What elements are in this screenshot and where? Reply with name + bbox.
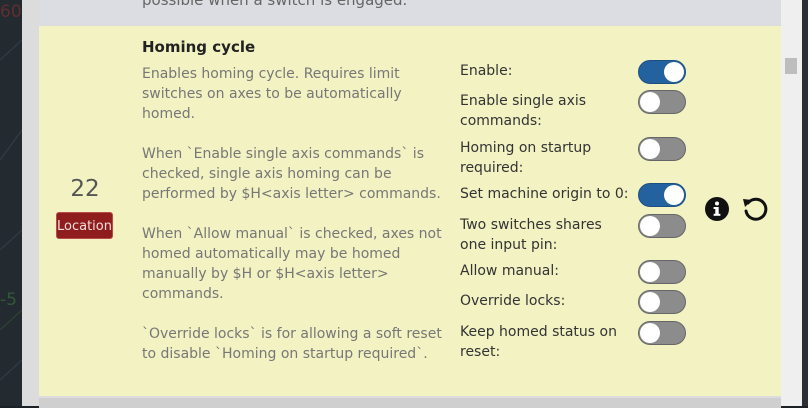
toggle-enable-single-axis[interactable] [638, 90, 686, 114]
option-label-set-machine-origin: Set machine origin to 0: [460, 186, 629, 202]
scrollbar-thumb[interactable] [785, 58, 797, 74]
info-icon[interactable] [705, 197, 729, 221]
setting-row-homing-cycle: 22 Location Homing cycle Enables homing … [39, 26, 781, 396]
previous-setting-row: possible when a switch is engaged. [39, 0, 781, 25]
description-paragraph: When `Enable single axis commands` is ch… [142, 146, 441, 202]
toggle-knob [664, 185, 684, 205]
window-edge [802, 0, 808, 406]
toggle-knob [640, 323, 660, 343]
toggle-knob [640, 262, 660, 282]
background-glyph-mid: -5 [0, 290, 17, 310]
toggle-knob [640, 216, 660, 236]
toggle-knob [664, 62, 684, 82]
toggle-knob [640, 292, 660, 312]
location-badge[interactable]: Location [56, 212, 113, 239]
toggle-homing-on-startup[interactable] [638, 137, 686, 161]
setting-description: Enables homing cycle. Requires limit swi… [142, 64, 442, 384]
option-label-enable: Enable: [460, 63, 513, 79]
undo-icon[interactable] [741, 195, 769, 223]
next-setting-row [39, 398, 781, 408]
setting-id: 22 [70, 176, 100, 202]
toggle-allow-manual[interactable] [638, 260, 686, 284]
option-label-keep-homed-status: Keep homed status on reset: [460, 324, 617, 360]
background-chart-fragment: 60 -5 [0, 0, 22, 406]
option-label-allow-manual: Allow manual: [460, 263, 559, 279]
option-label-enable-single-axis: Enable single axis commands: [460, 93, 587, 129]
toggle-keep-homed-status[interactable] [638, 321, 686, 345]
option-label-override-locks: Override locks: [460, 293, 566, 309]
toggle-knob [640, 139, 660, 159]
setting-title: Homing cycle [142, 38, 256, 56]
background-glyph-top: 60 [0, 2, 22, 22]
option-label-two-switches: Two switches shares one input pin: [460, 217, 602, 253]
toggle-override-locks[interactable] [638, 290, 686, 314]
description-paragraph: Enables homing cycle. Requires limit swi… [142, 66, 402, 122]
toggle-enable[interactable] [638, 60, 686, 84]
toggle-two-switches[interactable] [638, 214, 686, 238]
description-paragraph: When `Allow manual` is checked, axes not… [142, 226, 442, 302]
previous-setting-text: possible when a switch is engaged. [142, 0, 408, 9]
toggle-set-machine-origin[interactable] [638, 183, 686, 207]
description-paragraph: `Override locks` is for allowing a soft … [142, 326, 442, 362]
toggle-knob [640, 92, 660, 112]
option-label-homing-on-startup: Homing on startup required: [460, 140, 592, 176]
